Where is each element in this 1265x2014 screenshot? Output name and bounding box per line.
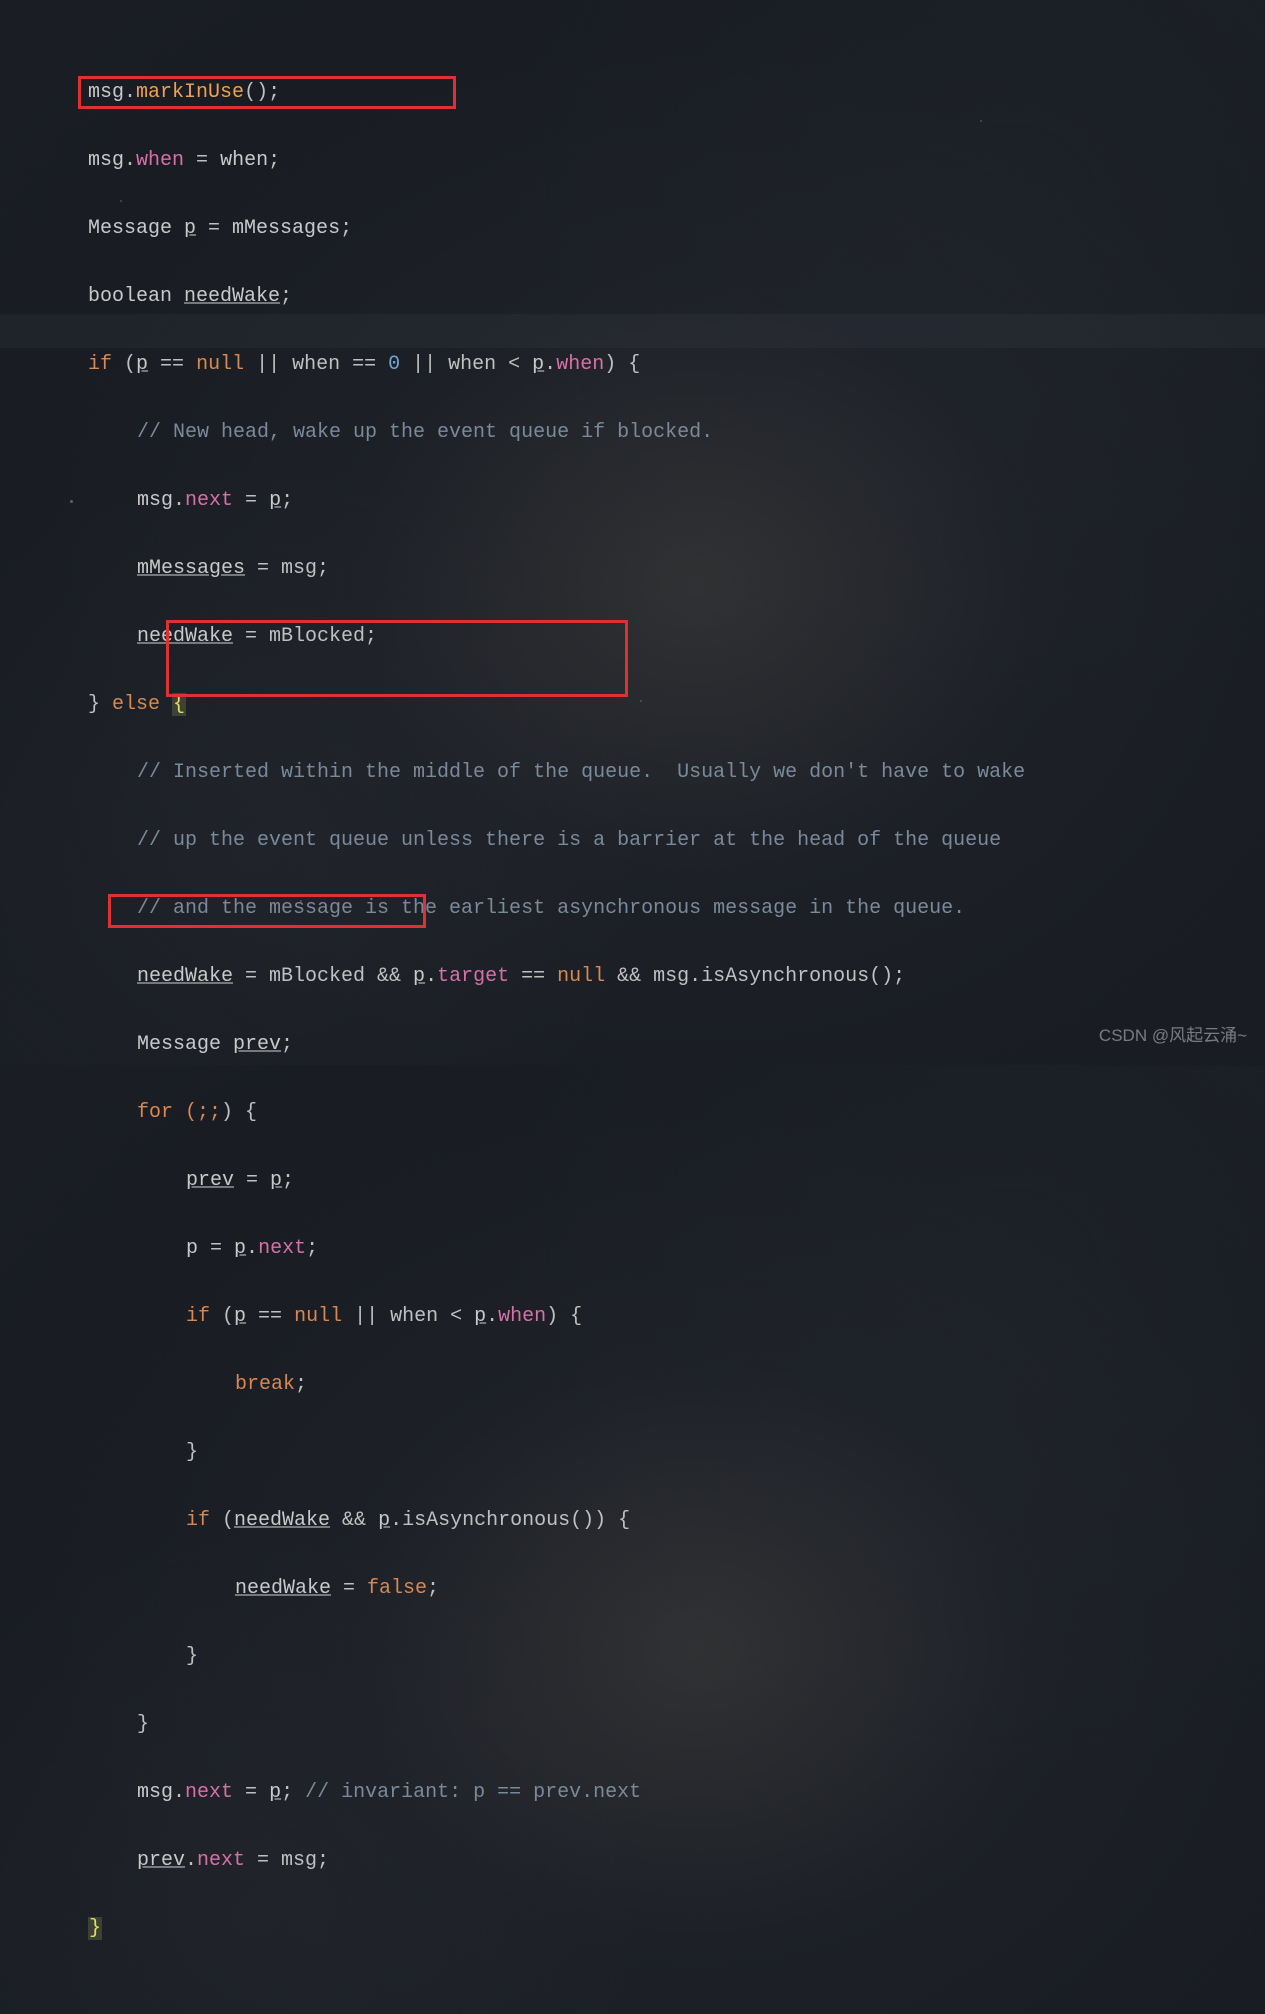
code-line: needWake = false; bbox=[0, 1572, 1025, 1606]
code-line: needWake = mBlocked && p.target == null … bbox=[0, 960, 1025, 994]
brace-highlight: { bbox=[172, 693, 186, 716]
code-line: prev.next = msg; bbox=[0, 1844, 1025, 1878]
code-line: break; bbox=[0, 1368, 1025, 1402]
code-line: } bbox=[0, 1912, 1025, 1946]
code-line: for (;;) { bbox=[0, 1096, 1025, 1130]
code-block: msg.markInUse(); msg.when = when; Messag… bbox=[0, 8, 1025, 2014]
code-line: prev = p; bbox=[0, 1164, 1025, 1198]
code-line: msg.next = p; // invariant: p == prev.ne… bbox=[0, 1776, 1025, 1810]
code-line: boolean needWake; bbox=[0, 280, 1025, 314]
code-line: if (p == null || when == 0 || when < p.w… bbox=[0, 348, 1025, 382]
code-line: Message p = mMessages; bbox=[0, 212, 1025, 246]
code-line: } else { bbox=[0, 688, 1025, 722]
code-line: Message prev; bbox=[0, 1028, 1025, 1062]
code-line: msg.next = p; bbox=[0, 484, 1025, 518]
code-line: if (needWake && p.isAsynchronous()) { bbox=[0, 1504, 1025, 1538]
code-line: // and the message is the earliest async… bbox=[0, 892, 1025, 926]
code-line: mMessages = msg; bbox=[0, 552, 1025, 586]
code-line: // up the event queue unless there is a … bbox=[0, 824, 1025, 858]
code-line: if (p == null || when < p.when) { bbox=[0, 1300, 1025, 1334]
code-line: // New head, wake up the event queue if … bbox=[0, 416, 1025, 450]
brace-highlight: } bbox=[88, 1917, 102, 1940]
code-line: } bbox=[0, 1640, 1025, 1674]
code-line: p = p.next; bbox=[0, 1232, 1025, 1266]
code-line: // Inserted within the middle of the que… bbox=[0, 756, 1025, 790]
code-line: } bbox=[0, 1708, 1025, 1742]
code-line: msg.when = when; bbox=[0, 144, 1025, 178]
code-line: msg.markInUse(); bbox=[0, 76, 1025, 110]
code-line: } bbox=[0, 1436, 1025, 1470]
code-line: needWake = mBlocked; bbox=[0, 620, 1025, 654]
watermark: CSDN @风起云涌~ bbox=[1099, 1019, 1247, 1053]
